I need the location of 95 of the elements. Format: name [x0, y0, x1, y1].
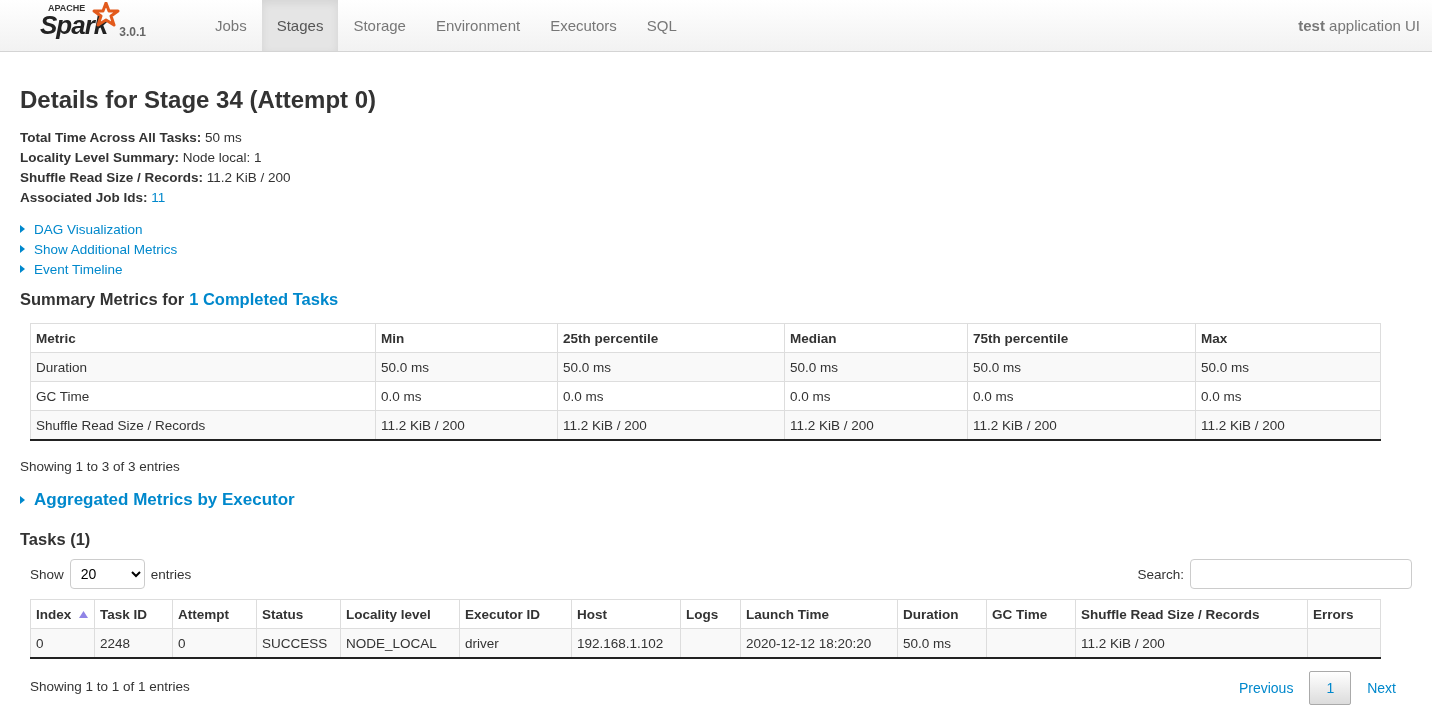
column-label: Duration — [903, 606, 959, 622]
column-label: Launch Time — [746, 606, 830, 622]
column-header[interactable]: Logs — [680, 599, 741, 629]
column-label: Index — [36, 606, 72, 622]
column-header[interactable]: Launch Time — [740, 599, 898, 629]
job-id-link[interactable]: 11 — [151, 190, 166, 205]
column-header[interactable]: Host — [571, 599, 681, 629]
table-info: Showing 1 to 3 of 3 entries — [20, 459, 181, 474]
column-label: Executor ID — [465, 606, 541, 622]
column-label: Status — [262, 606, 304, 622]
summary-value: 11.2 KiB / 200 — [206, 170, 291, 185]
table-cell: 50.0 ms — [784, 352, 968, 382]
table-info: Showing 1 to 1 of 1 entries — [30, 679, 190, 694]
table-cell: 50.0 ms — [897, 628, 987, 658]
summary-label: Associated Job Ids: — [20, 190, 148, 205]
search-label: Search: — [1137, 566, 1184, 582]
column-label: GC Time — [992, 606, 1048, 622]
previous-link[interactable]: Previous — [1222, 672, 1310, 704]
table-cell: SUCCESS — [256, 628, 341, 658]
table-cell: 2020-12-12 18:20:20 — [740, 628, 898, 658]
table-cell: 0.0 ms — [557, 381, 785, 411]
column-label: Shuffle Read Size / Records — [1081, 606, 1260, 622]
table-cell: 11.2 KiB / 200 — [1075, 628, 1308, 658]
next-link[interactable]: Next — [1351, 672, 1412, 704]
summary-label: Shuffle Read Size / Records: — [20, 170, 204, 185]
column-header[interactable]: Task ID — [94, 599, 173, 629]
column-header[interactable]: Max — [1195, 323, 1381, 353]
table-cell: 50.0 ms — [1195, 352, 1381, 382]
table-cell: 11.2 KiB / 200 — [784, 410, 968, 440]
table-cell: Shuffle Read Size / Records — [30, 410, 376, 440]
column-header[interactable]: Min — [375, 323, 558, 353]
logo-caption: APACHE — [48, 3, 86, 13]
nav-tab[interactable]: Environment — [420, 0, 536, 51]
table-cell: 0.0 ms — [967, 381, 1196, 411]
column-header[interactable]: GC Time — [986, 599, 1076, 629]
table-cell: 0 — [172, 628, 257, 658]
table-cell: 0.0 ms — [784, 381, 968, 411]
entries-label: entries — [150, 566, 192, 582]
show-label: Show — [30, 566, 64, 582]
search-field[interactable] — [1190, 559, 1412, 589]
table-cell: 50.0 ms — [375, 352, 558, 382]
expand-toggle[interactable]: Event Timeline — [20, 260, 123, 280]
nav-tab[interactable]: SQL — [631, 0, 692, 51]
column-label: Locality level — [346, 606, 431, 622]
summary-value: Node local: 1 — [182, 150, 262, 165]
table-cell: 0.0 ms — [375, 381, 558, 411]
table-cell — [680, 628, 741, 658]
summary-value: 50 ms — [205, 130, 242, 145]
page-title: Details for Stage 34 (Attempt 0) — [20, 86, 378, 114]
completed-tasks-link[interactable]: 1 Completed Tasks — [189, 290, 339, 309]
column-label: Attempt — [178, 606, 229, 622]
column-header[interactable]: Duration — [897, 599, 987, 629]
table-cell: 2248 — [94, 628, 173, 658]
column-header[interactable]: Metric — [30, 323, 376, 353]
table-cell: 11.2 KiB / 200 — [1195, 410, 1381, 440]
expand-toggle[interactable]: Show Additional Metrics — [20, 240, 178, 260]
column-header[interactable]: Errors — [1307, 599, 1381, 629]
section-heading: Summary Metrics for — [20, 290, 185, 309]
column-header[interactable]: Status — [256, 599, 341, 629]
nav-tab[interactable]: Storage — [338, 0, 421, 51]
column-header[interactable]: Median — [784, 323, 968, 353]
app-name: test application UI — [1298, 17, 1420, 34]
nav-tab[interactable]: Executors — [535, 0, 632, 51]
expand-toggle[interactable]: DAG Visualization — [20, 220, 143, 240]
column-label: Task ID — [100, 606, 148, 622]
nav-tab[interactable]: Stages — [261, 0, 339, 51]
column-header[interactable]: Executor ID — [459, 599, 572, 629]
version-label: 3.0.1 — [119, 25, 146, 39]
column-header[interactable]: Shuffle Read Size / Records — [1075, 599, 1308, 629]
table-cell: 0.0 ms — [1195, 381, 1381, 411]
table-cell: 11.2 KiB / 200 — [967, 410, 1196, 440]
column-label: Host — [577, 606, 607, 622]
table-cell: 50.0 ms — [557, 352, 785, 382]
column-header[interactable]: Locality level — [340, 599, 460, 629]
table-cell: Duration — [30, 352, 376, 382]
column-header[interactable]: Index — [30, 599, 95, 629]
section-heading: Tasks (1) — [20, 530, 91, 549]
column-header[interactable]: 25th percentile — [557, 323, 785, 353]
page-size-select[interactable]: 20 — [69, 559, 145, 589]
column-label: Logs — [686, 606, 719, 622]
nav-tab[interactable]: Jobs — [200, 0, 262, 51]
table-cell: driver — [459, 628, 572, 658]
table-cell: NODE_LOCAL — [340, 628, 460, 658]
summary-label: Locality Level Summary: — [20, 150, 180, 165]
table-cell: 50.0 ms — [967, 352, 1196, 382]
summary-label: Total Time Across All Tasks: — [20, 130, 202, 145]
aggregated-metrics-toggle[interactable]: Aggregated Metrics by Executor — [20, 490, 295, 510]
table-cell: 11.2 KiB / 200 — [375, 410, 558, 440]
table-cell: 11.2 KiB / 200 — [557, 410, 785, 440]
column-header[interactable]: Attempt — [172, 599, 257, 629]
table-cell: GC Time — [30, 381, 376, 411]
column-header[interactable]: 75th percentile — [967, 323, 1196, 353]
table-cell: 192.168.1.102 — [571, 628, 681, 658]
column-label: Errors — [1313, 606, 1354, 622]
table-cell: 0 — [30, 628, 95, 658]
